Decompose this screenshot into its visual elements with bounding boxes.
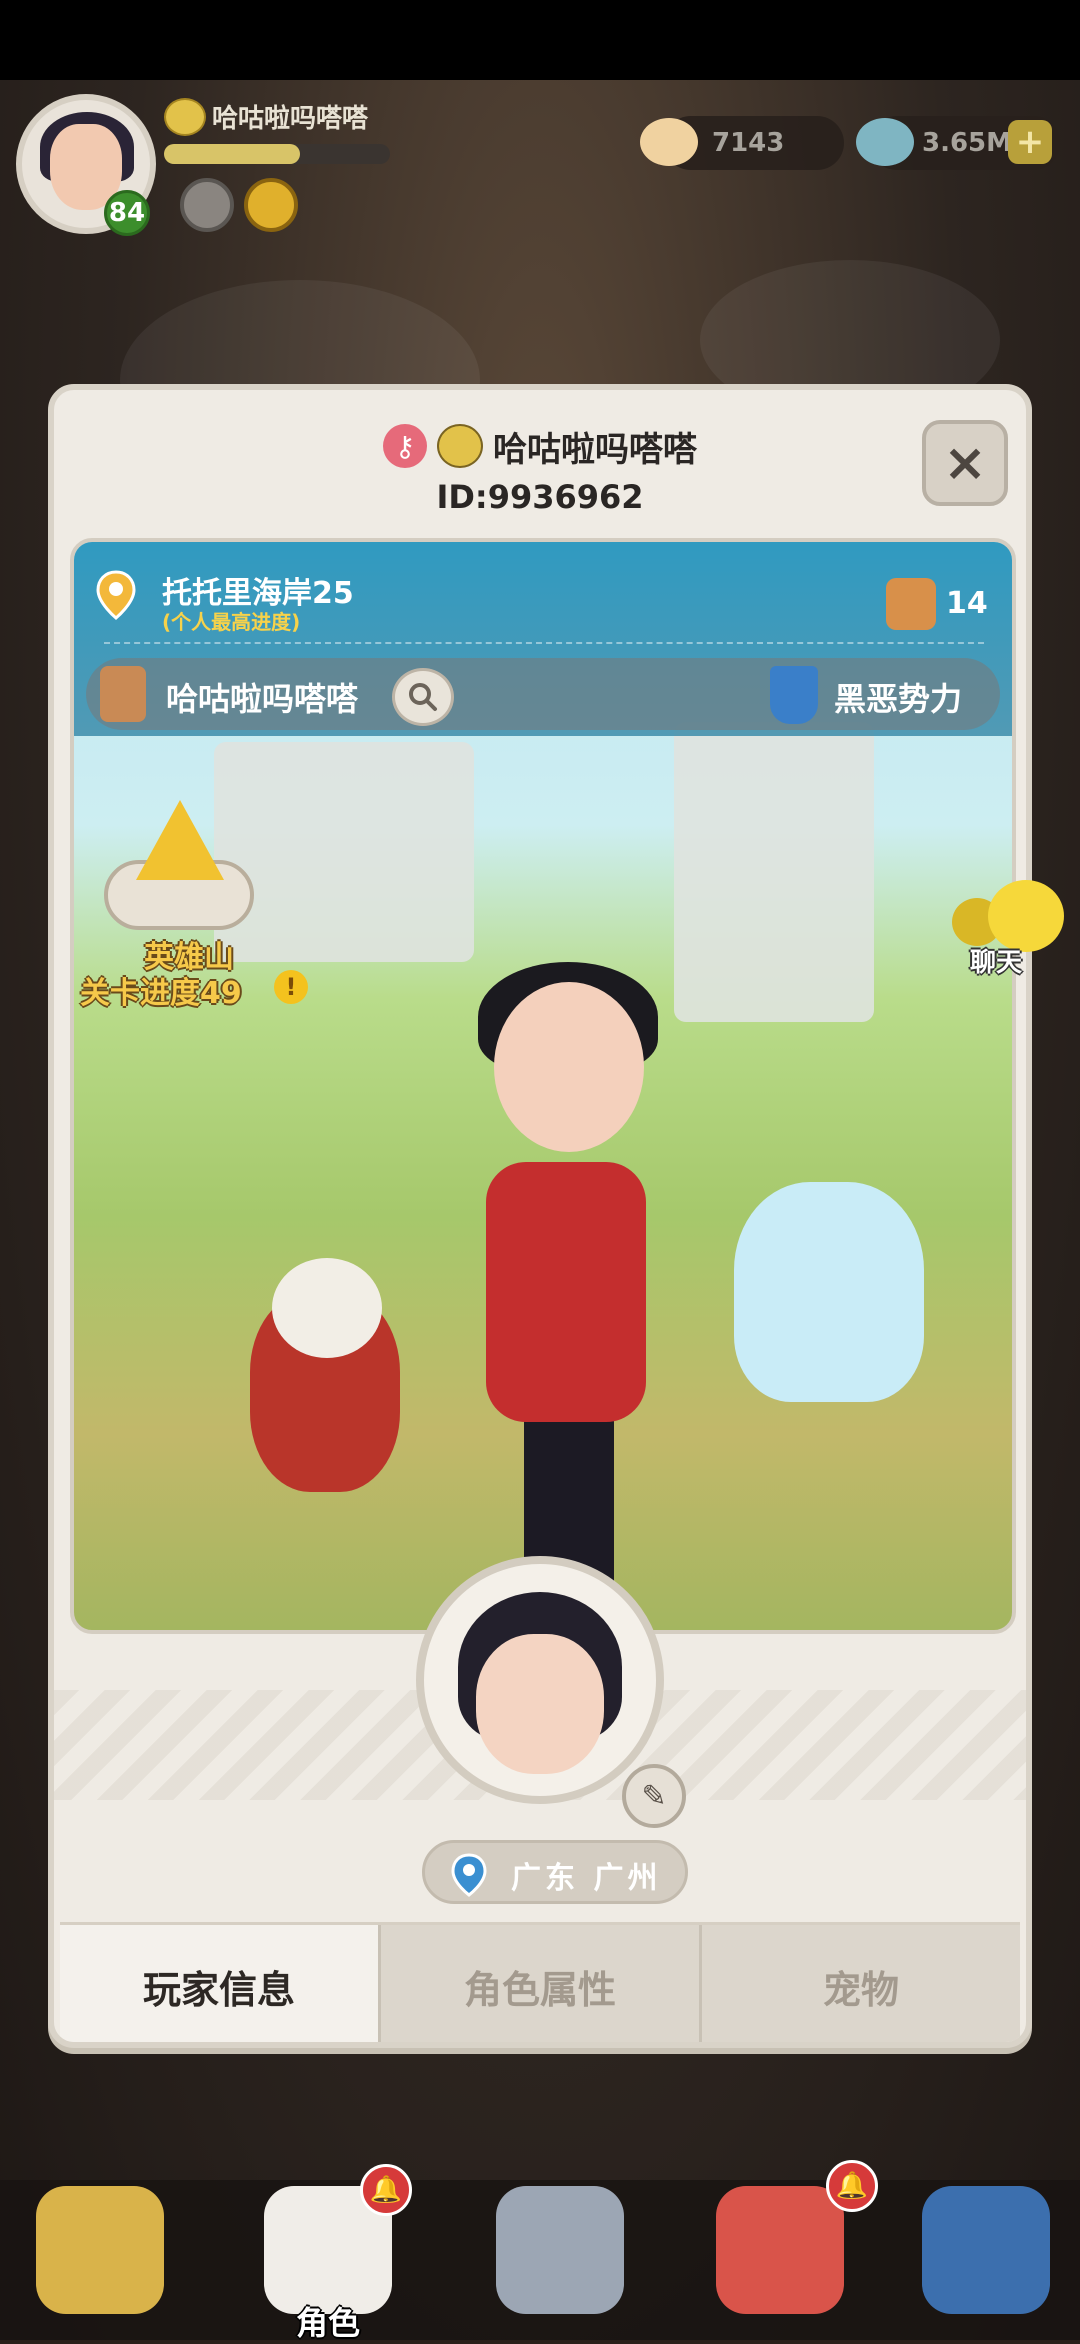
chat-label: 聊天 (970, 948, 1023, 978)
level-badge: 84 (104, 190, 150, 236)
character-head (494, 982, 644, 1152)
tab-character-attributes[interactable]: 角色属性 (381, 1925, 702, 2042)
guild-tribe-icon (100, 666, 146, 722)
key-icon: ⚷ (383, 424, 427, 468)
nav-item-tribe[interactable] (10, 2186, 190, 2340)
info-overlay: 托托里海岸25 (个人最高进度) 14 哈咕啦吗嗒嗒 黑恶势力 (74, 542, 1012, 736)
notification-bell-icon: 🔔 (360, 2164, 412, 2216)
info-icon[interactable]: ! (274, 970, 308, 1004)
tab-player-info[interactable]: 玩家信息 (60, 1925, 381, 2042)
nav-character-label: 角色 (295, 2304, 360, 2342)
shell-coin-icon (640, 118, 698, 166)
emoji-face-icon (164, 98, 206, 136)
close-button[interactable]: × (922, 420, 1008, 506)
search-button[interactable] (392, 668, 454, 726)
xp-bar (164, 144, 390, 164)
emoji-face-icon (437, 424, 483, 468)
notification-bell-icon: 🔔 (826, 2160, 878, 2212)
faction-name: 黑恶势力 (834, 680, 963, 718)
achievement-medal-icon[interactable] (244, 178, 298, 232)
nav-item-equipment[interactable] (470, 2186, 650, 2340)
character-body (486, 1162, 646, 1422)
hud-player-name: 哈咕啦吗嗒嗒 (212, 104, 369, 134)
location-pin-icon (96, 570, 136, 620)
panel-header: ⚷ 哈咕啦吗嗒嗒 ID:9936962 × (54, 390, 1026, 540)
status-bar (0, 0, 1080, 80)
chat-button[interactable]: 聊天 (952, 880, 1072, 990)
profile-tabs: 玩家信息 角色属性 宠物 (60, 1922, 1020, 2042)
sword-shield-icon (496, 2186, 624, 2314)
guild-name: 哈咕啦吗嗒嗒 (166, 680, 359, 718)
friend-count: 14 (946, 586, 988, 621)
shell-coin-value: 7143 (712, 128, 785, 158)
title-row: ⚷ 哈咕啦吗嗒嗒 (54, 420, 1026, 472)
region-text: 广东 广州 (511, 1861, 662, 1896)
pet-dino-icon (716, 2186, 844, 2314)
tab-pets[interactable]: 宠物 (702, 1925, 1020, 2042)
xp-bar-fill (164, 144, 300, 164)
gem-stone-icon (856, 118, 914, 166)
nav-item-portal[interactable] (896, 2186, 1076, 2340)
divider (104, 642, 984, 644)
region-pill: 广东 广州 (422, 1840, 688, 1904)
edit-pencil-button[interactable]: ✎ (622, 1764, 686, 1828)
faction-banner-icon (770, 666, 818, 724)
settings-gear-icon[interactable] (180, 178, 234, 232)
gem-value: 3.65M (922, 128, 1013, 158)
character-portrait[interactable] (416, 1556, 664, 1804)
location-subtitle: (个人最高进度) (162, 610, 301, 634)
profile-title-name: 哈咕啦吗嗒嗒 (493, 429, 697, 470)
profile-panel: ⚷ 哈咕啦吗嗒嗒 ID:9936962 × 托托里海岸25 (个人最高进度) 1… (48, 384, 1032, 2048)
tribe-chief-icon (36, 2186, 164, 2314)
character-showcase: 托托里海岸25 (个人最高进度) 14 哈咕啦吗嗒嗒 黑恶势力 英雄山 关卡进度… (70, 538, 1016, 1634)
stage-progress: 关卡进度49 (80, 976, 242, 1011)
search-icon (409, 683, 437, 711)
friend-monkey-icon (886, 578, 936, 630)
pet-lion-head (272, 1258, 382, 1358)
pet-ice-fox (734, 1182, 924, 1402)
player-id: ID:9936962 (436, 478, 644, 516)
hero-mountain-icon[interactable] (104, 800, 254, 930)
add-currency-button[interactable]: + (1008, 120, 1052, 164)
location-pin-icon (451, 1853, 487, 1897)
portal-gate-icon (922, 2186, 1050, 2314)
